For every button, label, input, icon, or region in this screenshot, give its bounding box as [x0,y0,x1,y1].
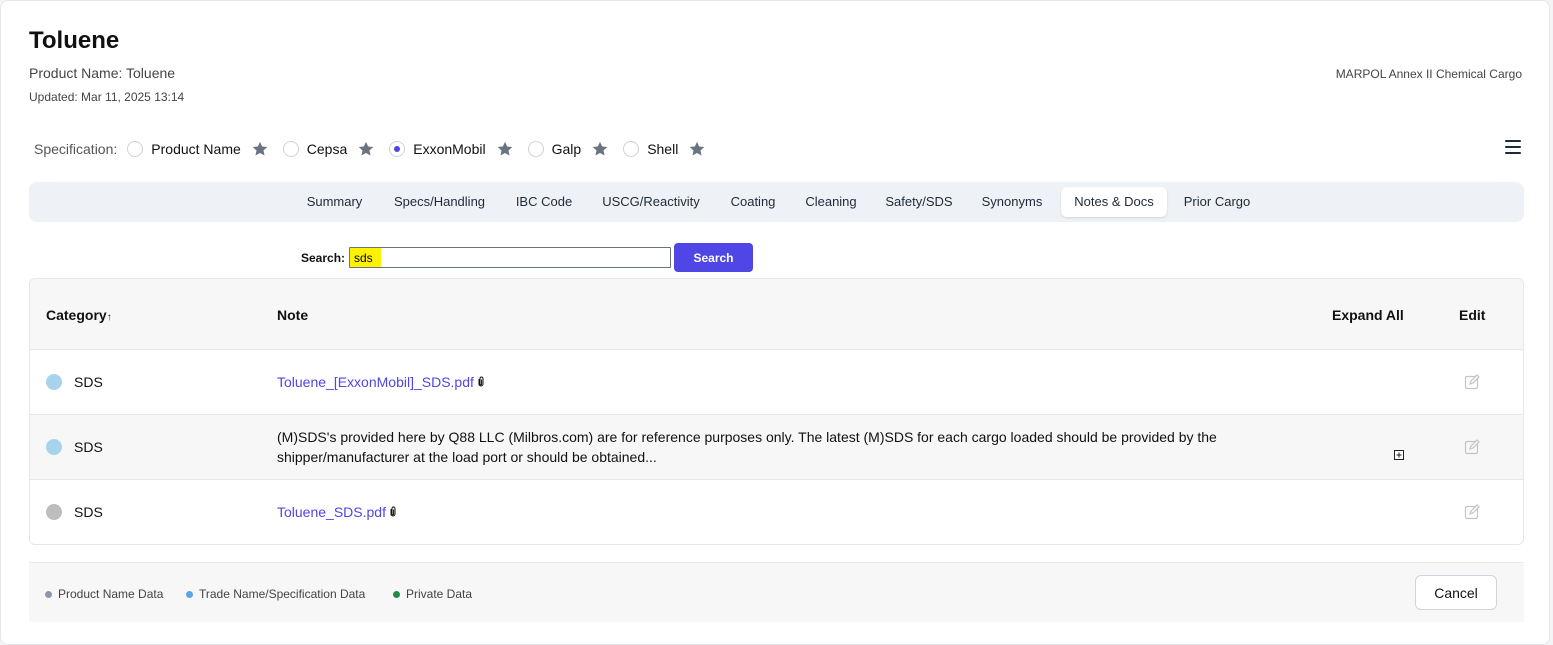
spec-radio-exxonmobil[interactable] [389,141,406,157]
tab-uscg-reactivity[interactable]: USCG/Reactivity [591,187,711,217]
spec-option-cepsa[interactable]: Cepsa [282,140,383,158]
legend-item-private: Private Data [393,587,472,601]
spec-option-exxonmobil[interactable]: ExxonMobil [389,140,521,158]
spec-option-label: Shell [647,141,679,157]
star-icon[interactable] [357,140,375,158]
category-cell: SDS [74,439,103,455]
star-icon[interactable] [496,140,514,158]
tab-notes-docs[interactable]: Notes & Docs [1061,187,1167,217]
cancel-button[interactable]: Cancel [1415,575,1497,610]
tab-specs-handling[interactable]: Specs/Handling [382,187,497,217]
tab-cleaning[interactable]: Cleaning [795,187,867,217]
product-name-text: Product Name: Toluene [29,65,176,81]
tab-ibc-code[interactable]: IBC Code [505,187,583,217]
specification-label: Specification: [34,141,118,157]
legend-item-trade-name: Trade Name/Specification Data [186,587,365,601]
edit-icon[interactable] [1464,504,1480,520]
spec-option-label: ExxonMobil [413,141,486,157]
star-icon[interactable] [251,140,269,158]
tab-summary[interactable]: Summary [295,187,374,217]
sort-asc-icon: ↑ [106,312,112,323]
table-row: SDS Toluene_[ExxonMobil]_SDS.pdf [30,350,1523,415]
document-link[interactable]: Toluene_[ExxonMobil]_SDS.pdf [277,374,474,390]
table-row: SDS (M)SDS's provided here by Q88 LLC (M… [30,415,1523,480]
search-label: Search: [301,251,346,265]
legend-dot [393,590,400,598]
category-dot [46,439,62,455]
spec-option-shell[interactable]: Shell [623,140,714,158]
tab-safety-sds[interactable]: Safety/SDS [875,187,963,217]
legend-dot [45,590,52,598]
column-header-edit: Edit [1459,307,1486,323]
spec-radio-cepsa[interactable] [282,141,299,157]
column-header-category[interactable]: Category↑ [46,307,112,323]
column-header-note: Note [277,307,309,323]
tab-coating[interactable]: Coating [719,187,787,217]
footer-bar: Product Name Data Trade Name/Specificati… [29,562,1524,622]
spec-option-label: Product Name [151,141,241,157]
spec-option-label: Galp [551,141,582,157]
star-icon[interactable] [688,140,706,158]
legend-label: Trade Name/Specification Data [199,587,366,601]
search-button[interactable]: Search [674,243,753,272]
category-cell: SDS [74,374,103,390]
spec-radio-shell[interactable] [623,141,640,157]
spec-radio-product-name[interactable] [127,141,144,157]
document-link[interactable]: Toluene_SDS.pdf [277,504,386,520]
tab-prior-cargo[interactable]: Prior Cargo [1173,187,1261,217]
spec-option-product-name[interactable]: Product Name [127,140,276,158]
page-title: Toluene [29,27,120,54]
spec-option-label: Cepsa [306,141,348,157]
paperclip-icon [388,503,398,523]
table-row: SDS Toluene_SDS.pdf [30,480,1523,544]
note-cell: Toluene_[ExxonMobil]_SDS.pdf [277,372,1307,393]
table-header: Category↑ Note Expand All Edit [30,279,1523,350]
category-dot [46,374,62,390]
star-icon[interactable] [591,140,609,158]
note-cell: (M)SDS's provided here by Q88 LLC (Milbr… [277,429,1217,465]
tab-synonyms[interactable]: Synonyms [971,187,1053,217]
tab-bar: Summary Specs/Handling IBC Code USCG/Rea… [29,182,1524,222]
expand-icon[interactable] [1394,447,1404,460]
legend-item-product-name: Product Name Data [45,587,163,601]
category-cell: SDS [74,504,103,520]
menu-icon[interactable] [1505,140,1521,154]
edit-icon[interactable] [1464,374,1480,390]
legend-dot [186,590,193,598]
expand-all-button[interactable]: Expand All [1332,307,1404,323]
legend-label: Private Data [406,587,473,601]
category-dot [46,504,62,520]
note-cell: Toluene_SDS.pdf [277,502,1307,523]
legend-label: Product Name Data [58,587,164,601]
spec-radio-galp[interactable] [527,141,544,157]
updated-timestamp: Updated: Mar 11, 2025 13:14 [29,90,185,104]
spec-option-galp[interactable]: Galp [527,140,618,158]
regulation-label: MARPOL Annex II Chemical Cargo [1335,67,1522,81]
edit-icon[interactable] [1464,439,1480,455]
product-card: Toluene Product Name: Toluene Updated: M… [0,0,1550,645]
notes-table: Category↑ Note Expand All Edit SDS Tolue… [29,278,1524,545]
paperclip-icon [476,373,486,393]
specification-selector: Specification: Product Name Cepsa ExxonM… [34,139,720,159]
search-input[interactable] [349,247,671,268]
